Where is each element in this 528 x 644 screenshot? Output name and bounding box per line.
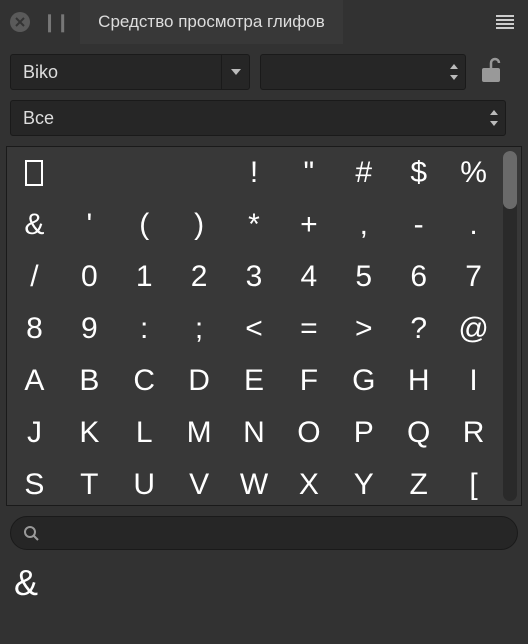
window-tab[interactable]: Средство просмотра глифов <box>80 0 343 44</box>
glyph-cell[interactable]: 0 <box>62 251 117 303</box>
chevron-down-icon <box>231 69 241 75</box>
glyph-cell[interactable]: T <box>62 459 117 505</box>
glyph-cell[interactable]: S <box>7 459 62 505</box>
glyph-cell[interactable]: 4 <box>281 251 336 303</box>
glyph-cell[interactable]: ) <box>172 199 227 251</box>
glyph-cell[interactable]: $ <box>391 147 446 199</box>
glyph-cell[interactable]: X <box>281 459 336 505</box>
glyph-cell[interactable] <box>7 147 62 199</box>
glyph-cell[interactable]: @ <box>446 303 501 355</box>
glyph-cell[interactable] <box>172 147 227 199</box>
glyph-cell[interactable]: ' <box>62 199 117 251</box>
glyph-cell[interactable]: " <box>281 147 336 199</box>
glyph-cell[interactable]: ? <box>391 303 446 355</box>
glyph-cell[interactable]: 9 <box>62 303 117 355</box>
glyph-cell[interactable]: I <box>446 355 501 407</box>
glyph-cell[interactable]: 1 <box>117 251 172 303</box>
chevron-up-icon <box>450 64 458 69</box>
glyph-cell[interactable]: . <box>446 199 501 251</box>
glyph-cell[interactable]: + <box>281 199 336 251</box>
glyph-cell[interactable]: W <box>227 459 282 505</box>
font-style-select[interactable] <box>260 54 466 90</box>
glyph-cell[interactable]: P <box>336 407 391 459</box>
font-family-dropdown-button[interactable] <box>221 55 249 89</box>
glyph-cell[interactable]: ! <box>227 147 282 199</box>
glyph-cell[interactable]: 7 <box>446 251 501 303</box>
glyph-cell[interactable]: 8 <box>7 303 62 355</box>
scrollbar-thumb[interactable] <box>503 151 517 209</box>
chevron-up-icon <box>490 110 498 115</box>
glyph-category-select[interactable]: Все <box>10 100 506 136</box>
glyph-cell[interactable]: E <box>227 355 282 407</box>
glyph-cell[interactable]: J <box>7 407 62 459</box>
font-style-spinner[interactable] <box>443 55 465 89</box>
glyph-cell[interactable]: * <box>227 199 282 251</box>
glyph-cell[interactable]: 3 <box>227 251 282 303</box>
glyph-category-spinner[interactable] <box>483 101 505 135</box>
glyph-cell[interactable]: O <box>281 407 336 459</box>
glyph-cell[interactable]: K <box>62 407 117 459</box>
glyph-cell[interactable]: H <box>391 355 446 407</box>
panel-menu-button[interactable] <box>492 11 518 33</box>
glyph-cell[interactable]: U <box>117 459 172 505</box>
close-button[interactable] <box>10 12 30 32</box>
search-row <box>0 506 528 558</box>
scrollbar[interactable] <box>503 151 517 501</box>
glyph-cell[interactable]: Z <box>391 459 446 505</box>
glyph-cell[interactable]: L <box>117 407 172 459</box>
glyph-cell[interactable]: R <box>446 407 501 459</box>
collapse-icon[interactable]: ❙❙ <box>42 12 68 33</box>
glyph-cell[interactable] <box>117 147 172 199</box>
window-title: Средство просмотра глифов <box>98 12 325 32</box>
glyph-grid: !"#$% &'()*+,-. /01234567 89:;<=>?@ ABCDEFGH… <box>7 147 501 505</box>
glyph-cell[interactable]: < <box>227 303 282 355</box>
glyph-cell[interactable]: > <box>336 303 391 355</box>
glyph-cell[interactable]: B <box>62 355 117 407</box>
glyph-cell[interactable]: / <box>7 251 62 303</box>
glyph-cell[interactable]: 6 <box>391 251 446 303</box>
glyph-cell[interactable]: = <box>281 303 336 355</box>
glyph-cell[interactable]: & <box>7 199 62 251</box>
search-input[interactable] <box>47 525 505 542</box>
glyph-cell[interactable]: , <box>336 199 391 251</box>
glyph-cell[interactable]: D <box>172 355 227 407</box>
glyph-cell[interactable]: 5 <box>336 251 391 303</box>
glyph-cell[interactable]: ( <box>117 199 172 251</box>
glyph-cell[interactable]: A <box>7 355 62 407</box>
glyph-cell[interactable]: - <box>391 199 446 251</box>
glyph-cell[interactable]: Q <box>391 407 446 459</box>
glyph-cell[interactable]: [ <box>446 459 501 505</box>
missing-glyph-icon <box>25 160 43 186</box>
glyph-cell[interactable]: : <box>117 303 172 355</box>
glyph-cell[interactable]: C <box>117 355 172 407</box>
glyph-cell[interactable] <box>62 147 117 199</box>
glyph-cell[interactable]: V <box>172 459 227 505</box>
font-toolbar: Biko <box>0 44 528 90</box>
glyph-cell[interactable]: % <box>446 147 501 199</box>
search-field[interactable] <box>10 516 518 550</box>
glyph-cell[interactable]: F <box>281 355 336 407</box>
font-family-value: Biko <box>11 62 221 83</box>
font-family-select[interactable]: Biko <box>10 54 250 90</box>
glyph-category-value: Все <box>11 108 483 129</box>
chevron-down-icon <box>450 75 458 80</box>
glyph-cell[interactable]: ; <box>172 303 227 355</box>
glyph-cell[interactable]: Y <box>336 459 391 505</box>
titlebar: ❙❙ Средство просмотра глифов <box>0 0 528 44</box>
glyph-cell[interactable]: # <box>336 147 391 199</box>
category-toolbar: Все <box>0 90 528 146</box>
lock-toggle[interactable] <box>480 56 502 89</box>
glyph-cell[interactable]: N <box>227 407 282 459</box>
glyph-preview: & <box>0 558 528 618</box>
lock-open-icon <box>480 56 502 84</box>
close-icon <box>15 17 25 27</box>
glyph-cell[interactable]: G <box>336 355 391 407</box>
glyph-preview-char: & <box>14 562 38 603</box>
chevron-down-icon <box>490 121 498 126</box>
glyph-cell[interactable]: 2 <box>172 251 227 303</box>
glyph-grid-container: !"#$% &'()*+,-. /01234567 89:;<=>?@ ABCDEFGH… <box>6 146 522 506</box>
search-icon <box>23 525 39 541</box>
glyph-cell[interactable]: M <box>172 407 227 459</box>
